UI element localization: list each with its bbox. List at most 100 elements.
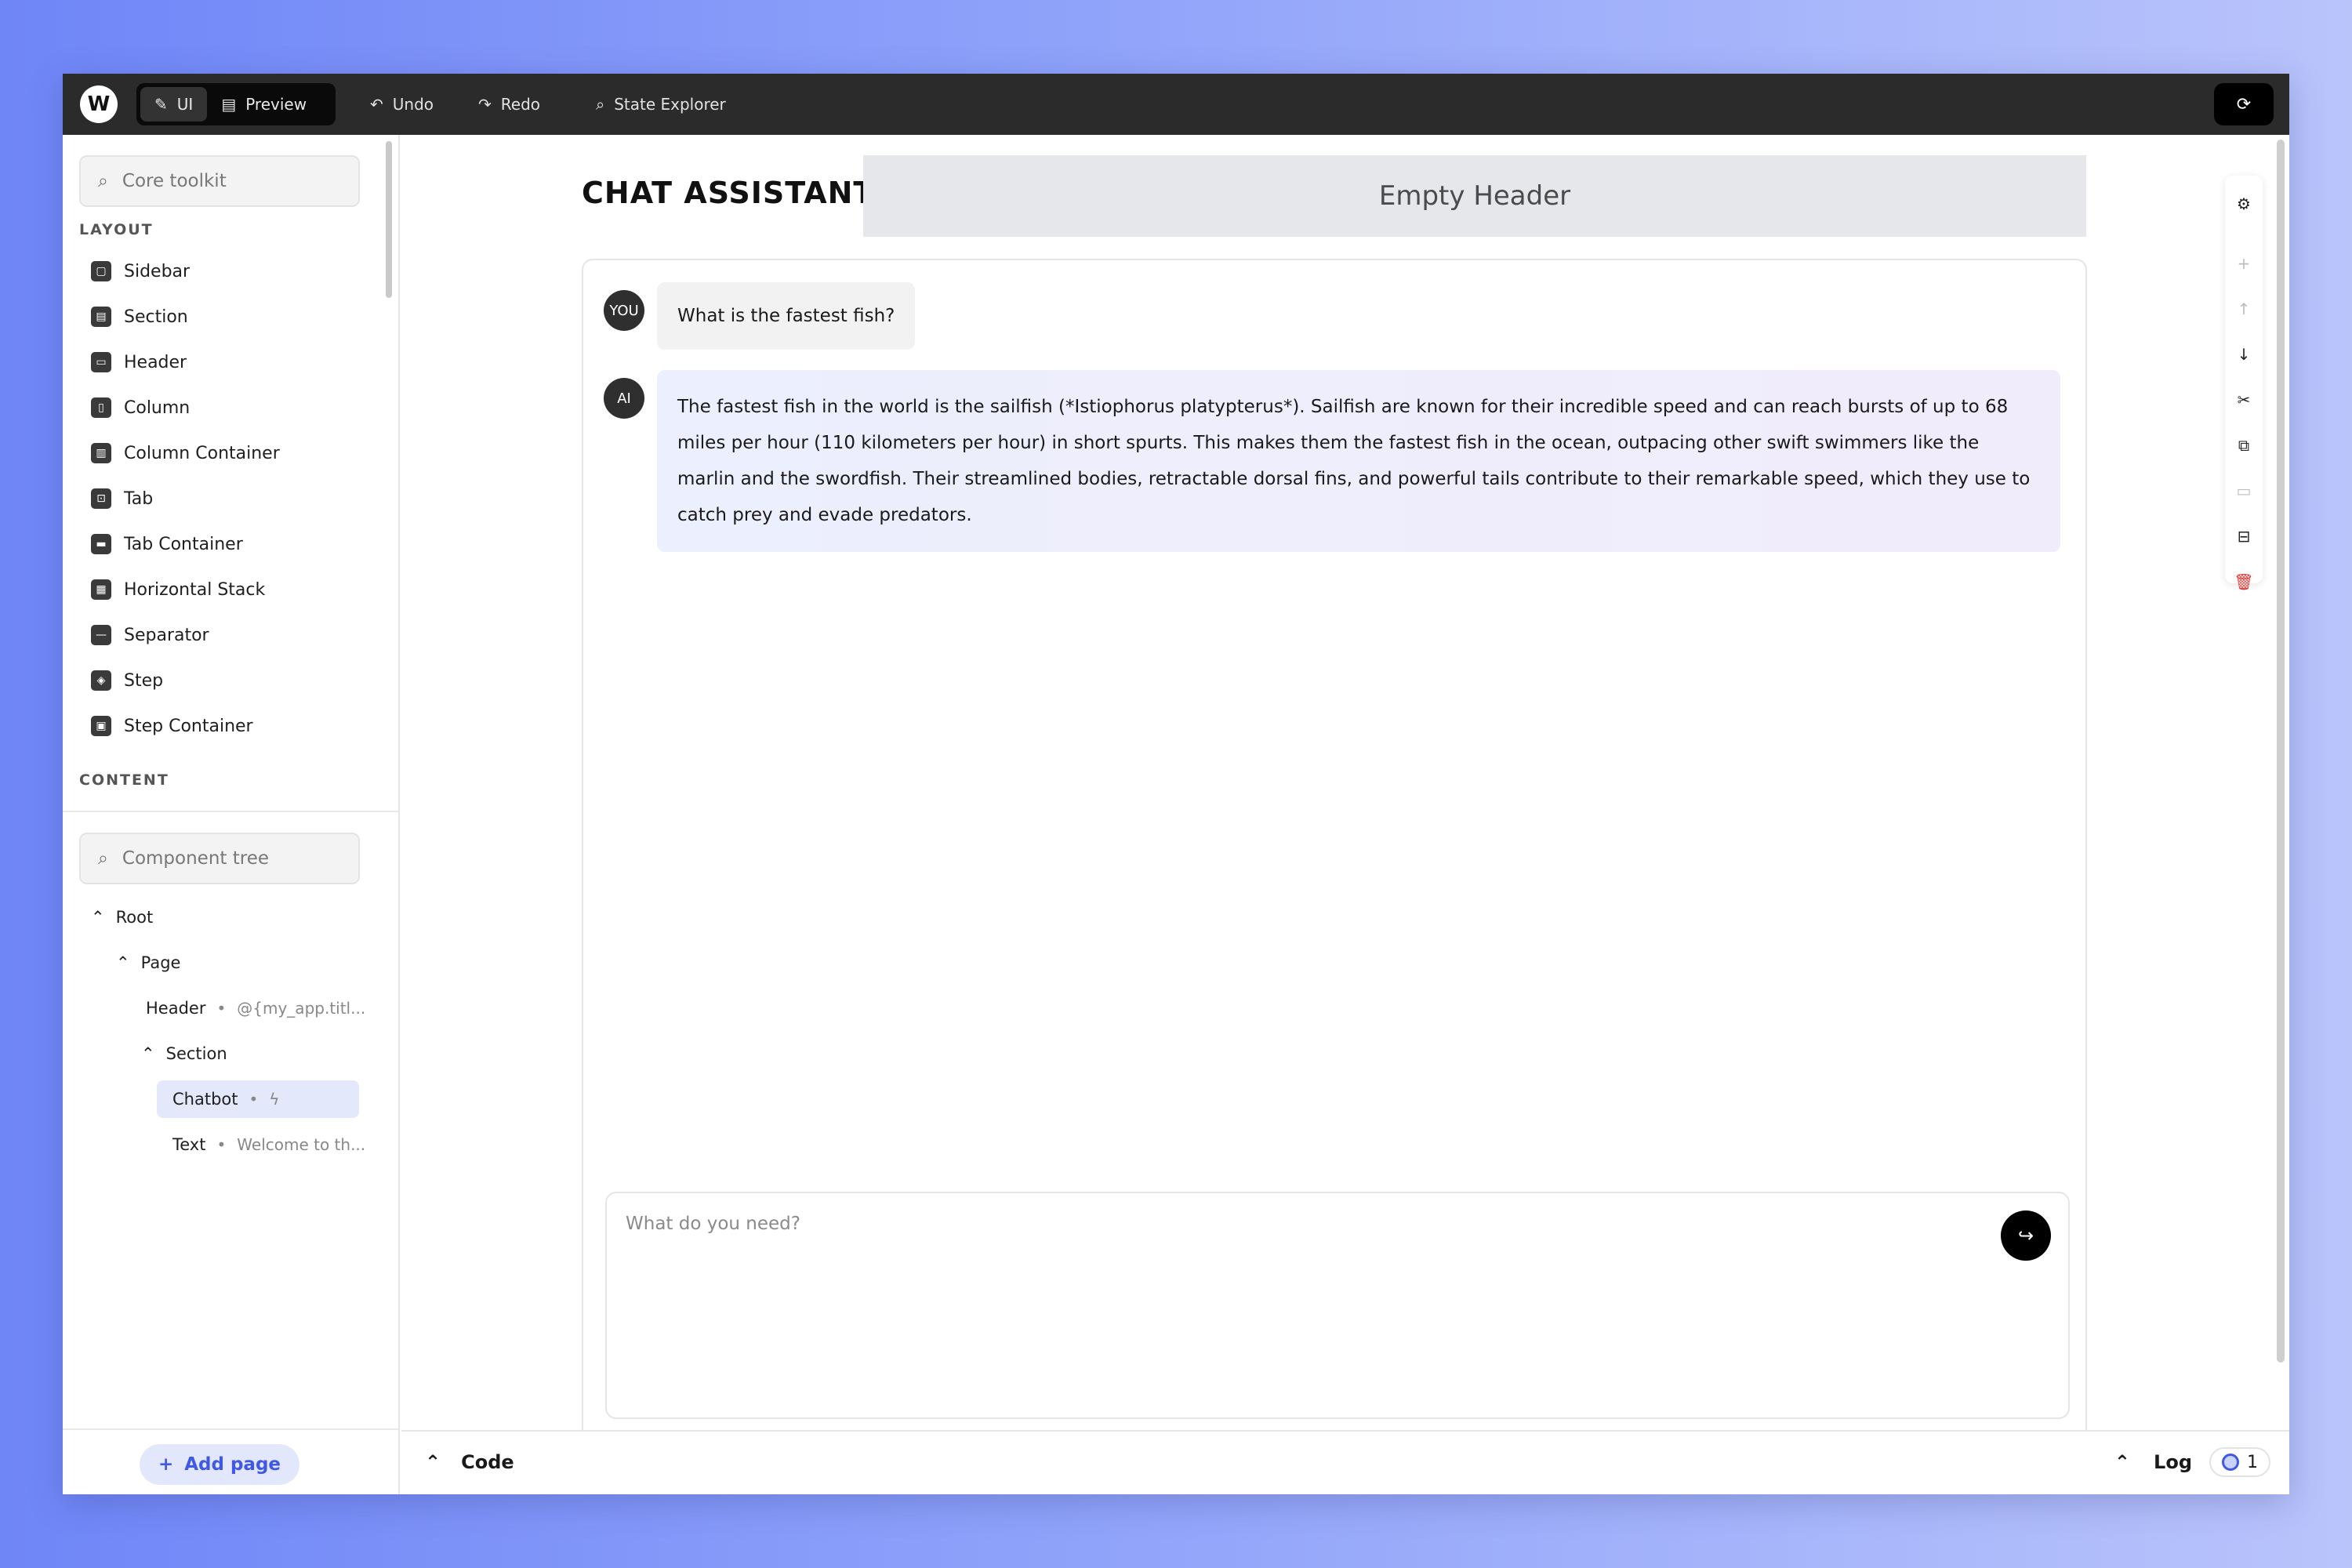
preview-mode-button[interactable]: ▤ Preview [207,87,321,122]
copy-icon: ⧉ [2238,436,2250,455]
chevron-up-icon: ⌃ [2114,1451,2131,1473]
tree-item-section[interactable]: ⌃ Section [141,1035,227,1073]
ai-avatar: AI [604,378,644,419]
log-count: 1 [2247,1452,2258,1472]
undo-label: Undo [392,95,434,114]
step-icon: ◈ [91,670,111,691]
redo-button[interactable]: ↷ Redo [478,83,540,125]
tree-item-label: Text [172,1135,206,1154]
send-icon: ↪ [2017,1225,2034,1247]
chat-input-placeholder: What do you need? [626,1214,800,1234]
tree-item-separator: • [216,999,227,1018]
tree-item-chatbot[interactable]: Chatbot • ϟ [157,1080,359,1118]
toolkit-item-step-container[interactable]: ▣ Step Container [91,709,253,743]
toolkit-item-column-container[interactable]: ▥ Column Container [91,436,280,470]
tree-item-root[interactable]: ⌃ Root [91,898,153,936]
arrow-up-icon: ↑ [2237,299,2251,318]
header-icon: ▭ [91,352,111,372]
log-count-badge[interactable]: 1 [2209,1447,2270,1477]
toolkit-item-horizontal-stack[interactable]: ▦ Horizontal Stack [91,572,265,607]
toolkit-search-input[interactable]: ⌕ Core toolkit [79,155,360,207]
info-icon [2222,1454,2239,1471]
chevron-up-icon: ⌃ [116,953,130,972]
sidebar-divider[interactable] [63,811,398,812]
sync-button[interactable]: ⟳ [2214,83,2274,125]
chat-input[interactable]: What do you need? ↪ [605,1192,2070,1419]
paste-button[interactable]: ▭ [2225,475,2263,506]
sidebar-scrollbar[interactable] [386,141,392,298]
page-title[interactable]: CHAT ASSISTANT [582,176,874,210]
tab-icon: ⊡ [91,488,111,509]
toolkit-item-label: Column Container [124,443,280,463]
state-explorer-button[interactable]: ⌕ State Explorer [596,83,726,125]
component-tree-search-input[interactable]: ⌕ Component tree [79,833,360,884]
settings-button[interactable]: ⚙ [2225,188,2263,220]
copy-button[interactable]: ⧉ [2225,430,2263,461]
tree-item-header[interactable]: Header • @{my_app.titl... [146,989,365,1027]
toolkit-item-sidebar[interactable]: ▢ Sidebar [91,254,190,289]
sync-icon: ⟳ [2236,94,2252,114]
magnifier-icon: ⌕ [596,95,605,114]
pencil-icon: ✎ [154,95,168,114]
chatbot-panel[interactable]: YOU What is the fastest fish? AI The fas… [582,259,2087,1430]
plus-icon: + [158,1454,174,1475]
empty-header[interactable]: Empty Header [863,155,2086,237]
cut-button[interactable]: ✂ [2225,384,2263,416]
tree-item-label: Chatbot [172,1090,238,1109]
toolkit-item-tab[interactable]: ⊡ Tab [91,481,153,516]
toolkit-item-separator[interactable]: — Separator [91,618,209,652]
separator-icon: — [91,625,111,645]
log-panel-toggle[interactable]: ⌃ Log [2114,1432,2192,1493]
user-message: What is the fastest fish? [657,282,916,350]
component-tree-search-placeholder: Component tree [122,848,270,869]
sidebar-icon: ▢ [91,261,111,281]
content-section-label: CONTENT [79,771,169,789]
tree-item-label: Page [140,953,181,972]
gear-icon: ⚙ [2237,194,2251,213]
log-label: Log [2154,1451,2192,1473]
layout-section-label: LAYOUT [79,221,154,238]
tree-item-meta: Welcome to th... [237,1135,366,1154]
tree-item-label: Root [115,908,154,927]
ui-mode-button[interactable]: ✎ UI [140,87,208,122]
app-logo[interactable]: W [80,85,118,123]
toolkit-item-step[interactable]: ◈ Step [91,663,163,698]
app-window: W ✎ UI ▤ Preview ↶ Undo ↷ Redo ⌕ State E… [63,74,2289,1494]
redo-icon: ↷ [478,95,492,114]
code-panel-toggle[interactable]: ⌃ Code [425,1432,514,1493]
wrap-button[interactable]: ⊟ [2225,521,2263,552]
lightning-icon: ϟ [269,1090,280,1109]
move-up-button[interactable]: ↑ [2225,293,2263,325]
search-icon: ⌕ [98,171,108,191]
wrap-icon: ⊟ [2237,527,2251,546]
add-button[interactable]: + [2225,248,2263,279]
plus-icon: + [2237,254,2251,273]
left-sidebar: ⌕ Core toolkit LAYOUT ▢ Sidebar ▤ Sectio… [63,135,400,1494]
send-button[interactable]: ↪ [2001,1210,2051,1261]
state-explorer-label: State Explorer [614,95,726,114]
toolkit-item-tab-container[interactable]: ▬ Tab Container [91,527,243,561]
toolkit-item-section[interactable]: ▤ Section [91,299,188,334]
toolkit-item-header[interactable]: ▭ Header [91,345,187,379]
toolkit-item-label: Tab Container [124,534,243,554]
column-container-icon: ▥ [91,443,111,463]
bottom-panel-bar: ⌃ Code ⌃ Log 1 [401,1430,2289,1494]
toolkit-item-column[interactable]: ▯ Column [91,390,190,425]
add-page-button[interactable]: + Add page [140,1444,299,1485]
undo-button[interactable]: ↶ Undo [370,83,434,125]
canvas-scrollbar[interactable] [2277,140,2285,1363]
step-container-icon: ▣ [91,716,111,736]
chevron-up-icon: ⌃ [141,1044,155,1063]
section-icon: ▤ [91,307,111,327]
user-avatar: YOU [604,290,644,331]
preview-icon: ▤ [221,95,237,114]
top-toolbar: W ✎ UI ▤ Preview ↶ Undo ↷ Redo ⌕ State E… [63,74,2289,135]
tree-item-page[interactable]: ⌃ Page [116,944,180,982]
undo-icon: ↶ [370,95,383,114]
move-down-button[interactable]: ↓ [2225,339,2263,370]
delete-button[interactable]: 🗑 [2225,566,2263,597]
search-icon: ⌕ [98,848,108,869]
toolkit-item-label: Horizontal Stack [124,579,266,600]
toolkit-item-label: Header [124,352,187,372]
tree-item-text[interactable]: Text • Welcome to th... [172,1126,365,1163]
